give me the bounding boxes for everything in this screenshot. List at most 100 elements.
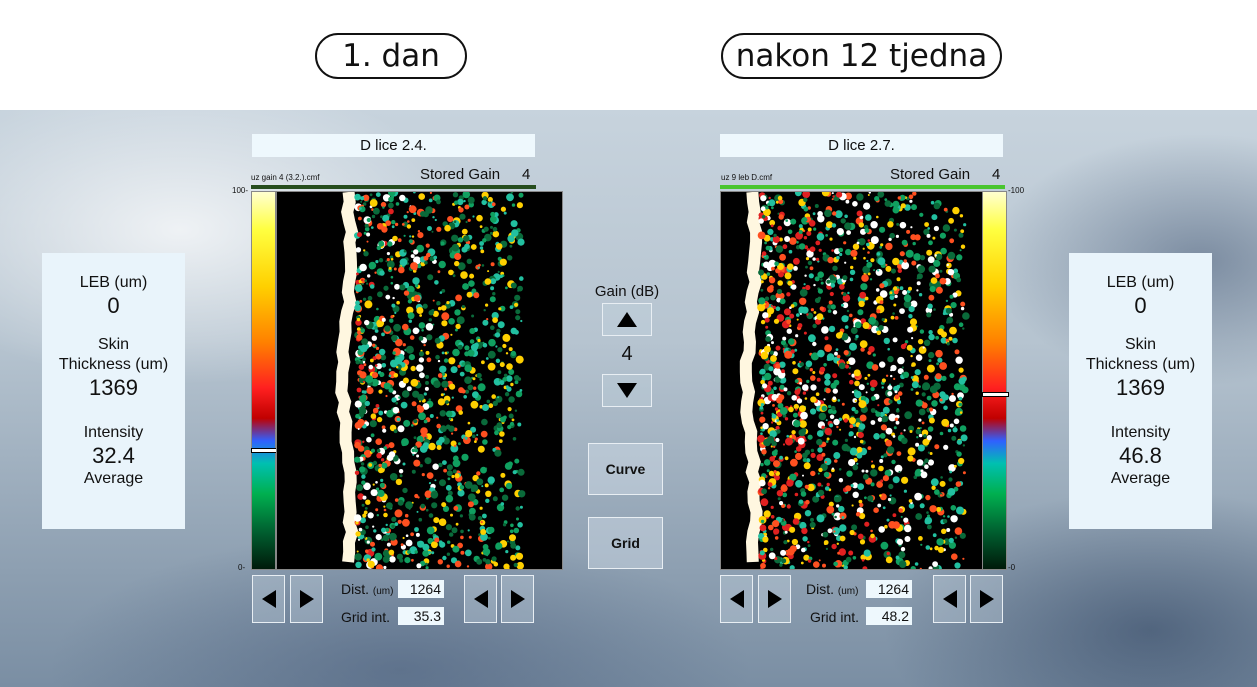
right-dist-label: Dist. (um) — [806, 581, 858, 597]
speckle — [425, 562, 428, 566]
speckle — [390, 315, 394, 319]
right-ultrasound-image[interactable] — [720, 191, 1007, 570]
speckle — [485, 490, 492, 497]
speckle — [514, 302, 519, 307]
speckle — [388, 549, 395, 556]
speckle — [507, 235, 515, 243]
right-color-scale-marker[interactable] — [982, 392, 1009, 397]
speckle — [844, 214, 848, 219]
left-next-button-1[interactable] — [290, 575, 323, 623]
right-grid-value[interactable]: 48.2 — [866, 607, 912, 625]
speckle — [802, 192, 811, 199]
speckle — [457, 237, 464, 243]
speckle — [876, 330, 882, 336]
speckle — [394, 283, 400, 290]
speckle — [908, 194, 914, 200]
speckle — [879, 459, 884, 463]
speckle — [958, 232, 964, 238]
speckle — [951, 435, 957, 441]
speckle — [369, 420, 377, 428]
speckle — [499, 487, 505, 493]
left-prev-button-1[interactable] — [252, 575, 285, 623]
left-prev-button-2[interactable] — [464, 575, 497, 623]
speckle — [418, 357, 425, 363]
speckle — [356, 387, 362, 393]
speckle — [393, 323, 401, 332]
speckle — [424, 386, 429, 391]
speckle — [510, 192, 514, 194]
speckle — [861, 469, 865, 473]
speckle — [888, 483, 894, 490]
speckle — [815, 257, 820, 262]
speckle — [359, 466, 366, 473]
speckle — [362, 495, 367, 500]
speckle — [777, 195, 783, 201]
speckle — [833, 418, 840, 426]
speckle — [427, 274, 434, 281]
speckle — [960, 306, 965, 311]
speckle — [362, 357, 366, 362]
speckle — [848, 550, 854, 556]
speckle — [489, 231, 493, 235]
speckle — [855, 334, 859, 339]
speckle — [364, 223, 369, 228]
speckle — [468, 280, 475, 287]
speckle — [889, 232, 895, 239]
right-next-button-2[interactable] — [970, 575, 1003, 623]
speckle — [804, 397, 808, 400]
speckle — [362, 440, 365, 443]
speckle — [771, 341, 774, 345]
right-dist-value[interactable]: 1264 — [866, 580, 912, 598]
speckle — [941, 528, 947, 534]
left-next-button-2[interactable] — [501, 575, 534, 623]
left-ultrasound-image[interactable] — [276, 191, 563, 570]
speckle — [943, 207, 948, 212]
gain-up-button[interactable] — [602, 303, 652, 336]
speckle — [831, 249, 834, 252]
right-prev-button-2[interactable] — [933, 575, 966, 623]
speckle — [798, 306, 806, 314]
speckle — [838, 548, 846, 556]
grid-button[interactable]: Grid — [588, 517, 663, 569]
speckle — [928, 265, 936, 273]
speckle — [803, 206, 809, 212]
speckle — [956, 506, 964, 515]
speckle — [792, 361, 796, 365]
speckle — [460, 550, 465, 555]
left-grid-value[interactable]: 35.3 — [398, 607, 444, 625]
curve-button[interactable]: Curve — [588, 443, 663, 495]
speckle — [828, 325, 836, 333]
speckle — [767, 435, 775, 444]
speckle — [353, 514, 362, 522]
speckle — [802, 384, 809, 391]
speckle — [824, 461, 827, 464]
speckle — [852, 201, 858, 207]
speckle — [779, 253, 786, 261]
speckle — [391, 303, 396, 308]
speckle — [445, 400, 449, 404]
speckle — [941, 418, 950, 427]
speckle — [881, 318, 885, 322]
speckle — [953, 228, 957, 232]
right-scan-graphic — [739, 192, 970, 569]
speckle — [946, 320, 949, 324]
speckle — [367, 512, 374, 519]
right-next-button-1[interactable] — [758, 575, 791, 623]
speckle — [779, 563, 783, 567]
speckle — [771, 266, 775, 271]
gain-down-button[interactable] — [602, 374, 652, 407]
speckle — [845, 248, 852, 256]
speckle — [958, 322, 964, 327]
speckle — [454, 260, 460, 267]
left-dist-value[interactable]: 1264 — [398, 580, 444, 598]
speckle — [513, 562, 518, 568]
speckle — [783, 540, 788, 545]
left-color-scale-marker[interactable] — [251, 448, 278, 453]
speckle — [452, 545, 460, 553]
right-prev-button-1[interactable] — [720, 575, 753, 623]
speckle — [875, 288, 880, 292]
speckle — [411, 401, 417, 407]
speckle — [850, 327, 858, 334]
speckle — [949, 423, 954, 428]
speckle — [926, 233, 931, 238]
